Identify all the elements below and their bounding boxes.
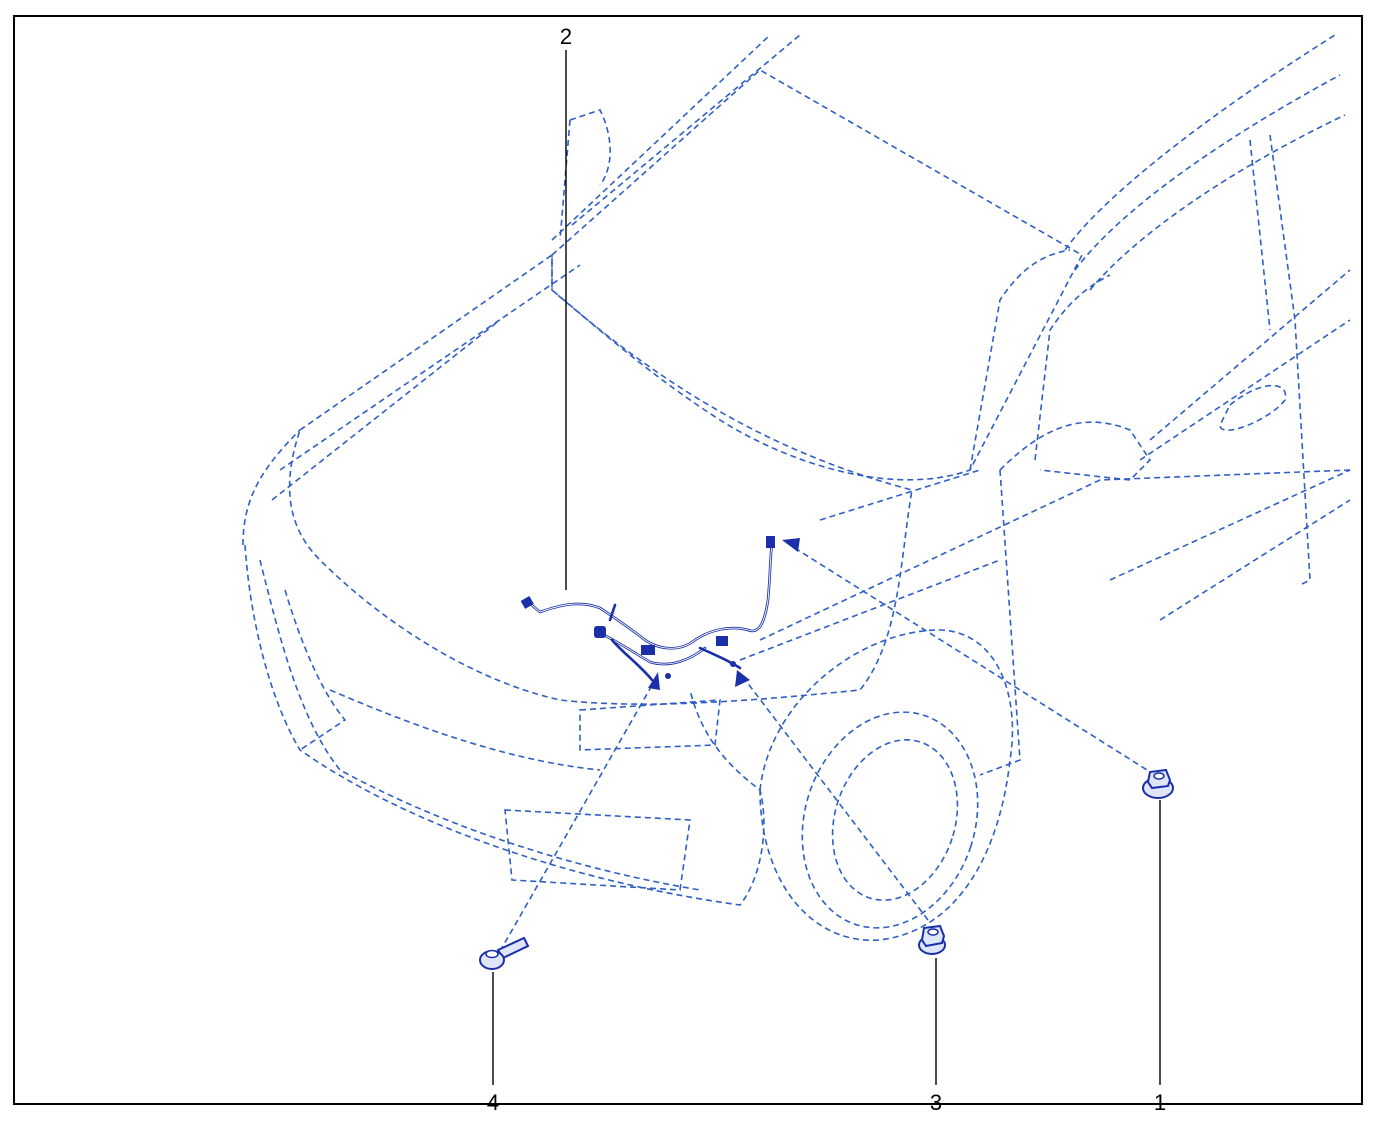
part-3-nut bbox=[918, 924, 946, 955]
front-bumper-outline bbox=[244, 544, 765, 906]
windshield-outline bbox=[551, 69, 1084, 481]
a-pillar-line-inner bbox=[571, 34, 801, 226]
roof-line-inner-2 bbox=[1089, 114, 1346, 291]
guide-line-3 bbox=[739, 672, 929, 921]
door-handle-outline bbox=[1219, 384, 1287, 431]
mirror-left-stem bbox=[559, 119, 571, 241]
a-pillar-line bbox=[551, 34, 771, 241]
grille-outline bbox=[579, 699, 721, 751]
headlamp-left-outline bbox=[284, 589, 347, 751]
b-pillar-line bbox=[1249, 139, 1271, 331]
assembly-guide-lines bbox=[494, 538, 1156, 961]
window-belt-line-2 bbox=[1139, 319, 1351, 461]
callout-leaders bbox=[492, 50, 1161, 1085]
arrow-head-4 bbox=[648, 672, 660, 690]
guide-line-4 bbox=[494, 679, 656, 961]
mirror-left-outline bbox=[569, 109, 611, 186]
part-1-flange-nut bbox=[1142, 768, 1174, 799]
hood-crease-left-2 bbox=[271, 319, 501, 501]
wheel-inner-outline bbox=[831, 739, 959, 901]
arrow-head-3 bbox=[735, 670, 750, 687]
door-crease-line-2 bbox=[1159, 499, 1351, 621]
callout-1: 1 bbox=[1154, 1090, 1166, 1115]
a-pillar-side bbox=[969, 249, 1071, 471]
wiring-harness bbox=[520, 536, 775, 682]
roof-line-inner bbox=[1074, 74, 1341, 271]
exploded-view-diagram: 1 2 3 4 bbox=[242, 24, 1351, 1115]
guide-line-1 bbox=[789, 544, 1156, 776]
callout-labels: 1 2 3 4 bbox=[487, 24, 1166, 1115]
callout-4: 4 bbox=[487, 1090, 499, 1115]
callout-2: 2 bbox=[560, 24, 572, 49]
vehicle-outline bbox=[242, 34, 1351, 941]
part-4-bolt bbox=[479, 936, 530, 970]
roof-line bbox=[1064, 34, 1336, 251]
side-mirror-outline bbox=[999, 421, 1152, 481]
cowl-panel-line bbox=[819, 469, 981, 521]
front-door-edge bbox=[979, 469, 1021, 776]
left-fender-line bbox=[242, 429, 301, 546]
grille-lower-line bbox=[329, 689, 601, 771]
bumper-inner-line bbox=[259, 559, 701, 891]
cowl-line bbox=[739, 559, 1001, 661]
wheel-arch-outline bbox=[759, 629, 1014, 941]
hood-crease-left bbox=[279, 264, 581, 471]
wheel-outline bbox=[801, 711, 979, 929]
door-crease-line bbox=[1109, 469, 1351, 581]
arrow-head-1 bbox=[782, 538, 800, 552]
window-belt-line bbox=[1149, 269, 1351, 441]
a-pillar-side-inner bbox=[1034, 274, 1111, 461]
callout-3: 3 bbox=[930, 1090, 942, 1115]
